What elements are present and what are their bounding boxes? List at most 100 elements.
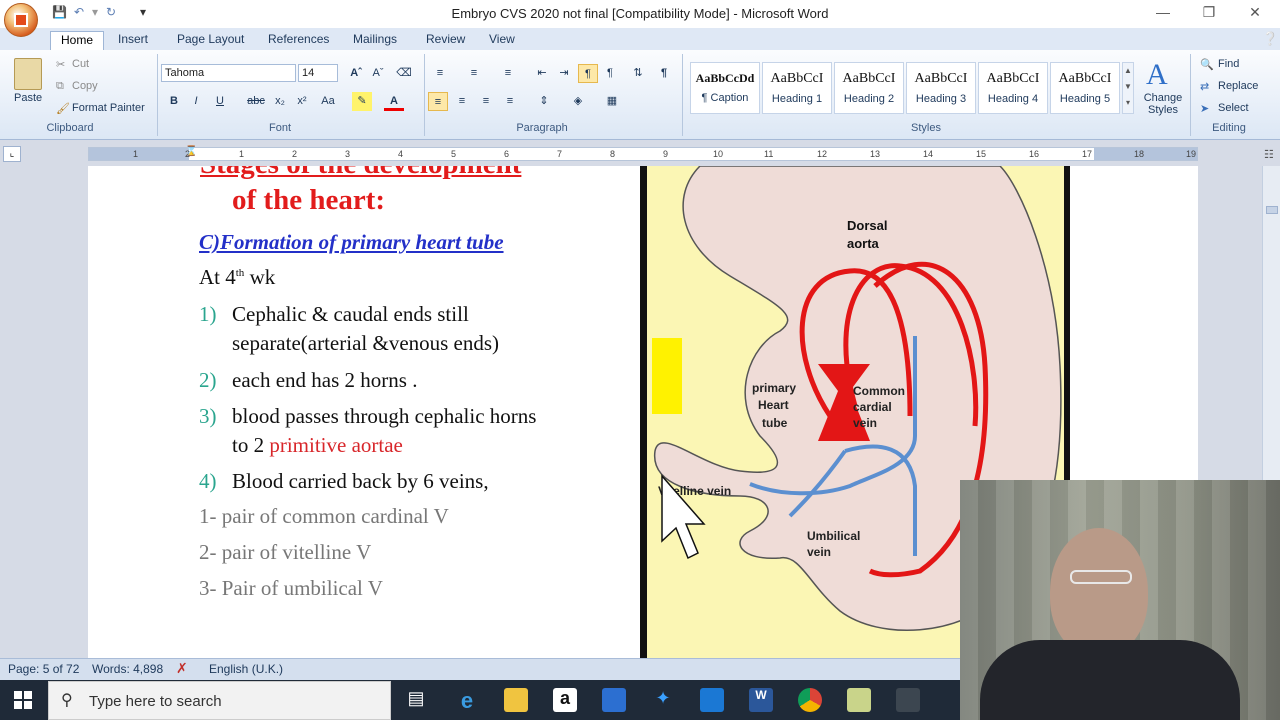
label-aorta: aorta [847,236,880,251]
capture-app-icon[interactable] [896,688,920,712]
windows-start-icon[interactable] [14,691,32,709]
italic-button[interactable]: I [186,92,206,111]
language-status[interactable]: English (U.K.) [209,662,283,676]
tab-view[interactable]: View [479,31,525,50]
word-icon[interactable]: W [749,688,773,712]
scrollbar-thumb[interactable] [1266,206,1278,214]
bullets-icon[interactable]: ≡ [430,64,450,83]
edge-icon[interactable]: e [455,688,479,713]
tab-insert[interactable]: Insert [108,31,158,50]
point-text: Cephalic & caudal ends still [232,302,469,326]
select-button[interactable]: Select [1218,102,1249,114]
styles-scroll[interactable]: ▲ ▼ ▾ [1122,62,1134,114]
tab-selector[interactable]: ⌞ [3,146,21,162]
word-count[interactable]: Words: 4,898 [92,662,163,676]
grow-font-icon[interactable]: Aˆ [346,64,366,83]
replace-button[interactable]: Replace [1218,80,1258,92]
show-marks-icon[interactable]: ¶ [654,64,674,83]
office-button[interactable] [4,3,38,37]
subscript-button[interactable]: x₂ [270,92,290,111]
style-heading-4[interactable]: AaBbCcI Heading 4 [978,62,1048,114]
style-heading-3[interactable]: AaBbCcI Heading 3 [906,62,976,114]
borders-icon[interactable]: ▦ [602,92,622,111]
store-icon[interactable] [602,688,626,712]
proofing-icon[interactable]: ✗ [176,660,188,677]
clear-formatting-icon[interactable]: ⌫ [394,64,414,83]
page-count[interactable]: Page: 5 of 72 [8,662,79,676]
minimize-button[interactable]: — [1148,4,1178,24]
label-vein: vein [853,416,877,430]
font-color-icon[interactable]: A [384,92,404,111]
tab-references[interactable]: References [258,31,339,50]
sort-icon[interactable]: ⇅ [628,64,648,83]
style-heading-5[interactable]: AaBbCcI Heading 5 [1050,62,1120,114]
find-button[interactable]: Find [1218,58,1239,70]
shading-icon[interactable]: ◈ [568,92,588,111]
change-case-button[interactable]: Aa [318,92,338,111]
style-name: Heading 2 [843,93,895,105]
style-heading-2[interactable]: AaBbCcI Heading 2 [834,62,904,114]
close-button[interactable]: ✕ [1240,4,1270,24]
strikethrough-button[interactable]: abc [246,92,266,111]
style-name: Heading 3 [915,93,967,105]
align-right-icon[interactable]: ≡ [476,92,496,111]
amazon-icon[interactable]: a [553,688,577,712]
tab-review[interactable]: Review [416,31,475,50]
rtl-icon[interactable]: ¶ [600,64,620,83]
highlight-icon[interactable]: ✎ [352,92,372,111]
notes-icon[interactable] [847,688,871,712]
justify-icon[interactable]: ≡ [500,92,520,111]
font-size-select[interactable]: 14 [298,64,338,82]
taskbar-search-box[interactable]: ⚲ Type here to search [48,681,391,720]
file-explorer-icon[interactable] [504,688,528,712]
indent-marker-icon[interactable]: ⌛ [185,146,197,157]
label-umbilical: Umbilical [807,529,860,543]
style-sample: AaBbCcI [986,71,1040,86]
save-icon[interactable]: 💾 [52,5,67,21]
style-sample: AaBbCcI [842,71,896,86]
redo-icon[interactable]: ↻ [106,5,116,21]
tab-home[interactable]: Home [50,31,105,50]
multilevel-list-icon[interactable]: ≡ [498,64,518,83]
help-icon[interactable]: ❔ [1262,31,1278,47]
ruler-tick: 15 [976,149,987,159]
restore-button[interactable]: ❐ [1194,4,1224,24]
font-group-label: Font [268,122,291,134]
chrome-icon[interactable] [798,688,822,712]
font-family-select[interactable]: Tahoma [161,64,296,82]
mail-icon[interactable] [700,688,724,712]
increase-indent-icon[interactable]: ⇥ [554,64,574,83]
line-spacing-icon[interactable]: ⇕ [534,92,554,111]
undo-dropdown-icon[interactable]: ▾ [92,5,98,21]
paste-button[interactable]: Paste [14,92,42,104]
format-painter-button[interactable]: Format Painter [72,102,145,114]
ruler-tick: 8 [610,149,616,159]
style-caption[interactable]: AaBbCcDd ¶ Caption [690,62,760,114]
customize-qat-icon[interactable]: ▾ [140,5,146,21]
underline-button[interactable]: U [210,92,230,111]
tab-page-layout[interactable]: Page Layout [167,31,254,50]
horizontal-ruler[interactable]: 1 2 1 2 3 4 5 6 7 8 9 10 11 12 13 14 15 … [88,146,1198,161]
style-sample: AaBbCcI [914,71,968,86]
cut-button[interactable]: Cut [72,58,89,70]
presenter-head [1050,528,1148,656]
ltr-icon[interactable]: ¶ [578,64,598,83]
style-heading-1[interactable]: AaBbCcI Heading 1 [762,62,832,114]
decrease-indent-icon[interactable]: ⇤ [532,64,552,83]
copy-button[interactable]: Copy [72,80,98,92]
numbering-icon[interactable]: ≡ [464,64,484,83]
align-left-icon[interactable]: ≡ [428,92,448,111]
shrink-font-icon[interactable]: Aˇ [368,64,388,83]
tab-mailings[interactable]: Mailings [343,31,407,50]
change-styles-button[interactable]: Change Styles [1140,92,1186,116]
ruler-tick: 10 [713,149,724,159]
superscript-button[interactable]: x² [292,92,312,111]
bold-button[interactable]: B [164,92,184,111]
paste-icon [14,58,42,90]
view-ruler-icon[interactable]: ☷ [1264,148,1274,161]
undo-icon[interactable]: ↶ [74,5,84,21]
app-icon[interactable]: ✦ [651,688,675,712]
task-view-icon[interactable]: ▤ [404,688,428,712]
point-text: blood passes through cephalic horns [232,404,537,428]
align-center-icon[interactable]: ≡ [452,92,472,111]
